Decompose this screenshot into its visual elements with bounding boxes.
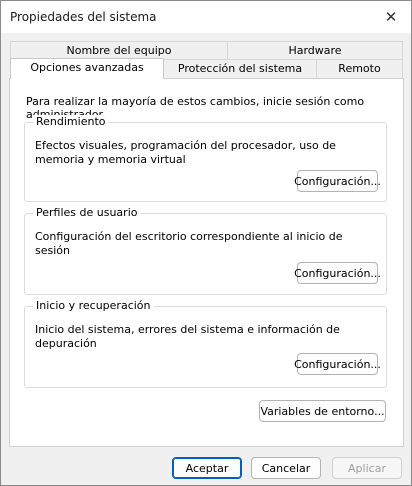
perfiles-configuracion-button[interactable]: Configuración... (294, 262, 381, 284)
group-inicio-y-recuperacion: Inicio y recuperación Inicio del sistema… (24, 299, 387, 388)
close-icon: ✕ (384, 8, 398, 26)
tab-label: Opciones avanzadas (30, 61, 144, 74)
window-title: Propiedades del sistema (10, 10, 157, 24)
dialog-footer: Aceptar Cancelar Aplicar (1, 447, 411, 485)
tab-label: Protección del sistema (177, 62, 303, 75)
group-description: Efectos visuales, programación del proce… (35, 139, 336, 166)
group-perfiles-de-usuario: Perfiles de usuario Configuración del es… (24, 206, 387, 295)
group-description: Inicio del sistema, errores del sistema … (35, 323, 340, 350)
group-title: Perfiles de usuario (33, 206, 141, 219)
group-title: Rendimiento (33, 115, 109, 128)
tab-label: Nombre del equipo (66, 44, 172, 57)
system-properties-dialog: Propiedades del sistema ✕ Nombre del equ… (0, 0, 412, 486)
rendimiento-configuracion-button[interactable]: Configuración... (294, 170, 381, 192)
aceptar-button[interactable]: Aceptar (172, 457, 242, 479)
tab-label: Hardware (288, 44, 342, 57)
group-rendimiento: Rendimiento Efectos visuales, programaci… (24, 115, 387, 202)
tab-opciones-avanzadas[interactable]: Opciones avanzadas (10, 58, 164, 79)
group-description: Configuración del escritorio correspondi… (35, 230, 343, 257)
title-bar: Propiedades del sistema ✕ (1, 1, 411, 33)
tab-label: Remoto (338, 62, 381, 75)
tab-remoto[interactable]: Remoto (316, 59, 403, 78)
tab-proteccion-del-sistema[interactable]: Protección del sistema (163, 59, 317, 78)
aplicar-button[interactable]: Aplicar (332, 457, 402, 479)
cancelar-button[interactable]: Cancelar (251, 457, 321, 479)
variables-de-entorno-button[interactable]: Variables de entorno... (259, 400, 386, 422)
tab-hardware[interactable]: Hardware (227, 41, 403, 60)
group-title: Inicio y recuperación (33, 299, 154, 312)
tab-panel-opciones-avanzadas: Para realizar la mayoría de estos cambio… (9, 78, 404, 447)
inicio-configuracion-button[interactable]: Configuración... (294, 353, 381, 375)
close-button[interactable]: ✕ (371, 1, 411, 33)
